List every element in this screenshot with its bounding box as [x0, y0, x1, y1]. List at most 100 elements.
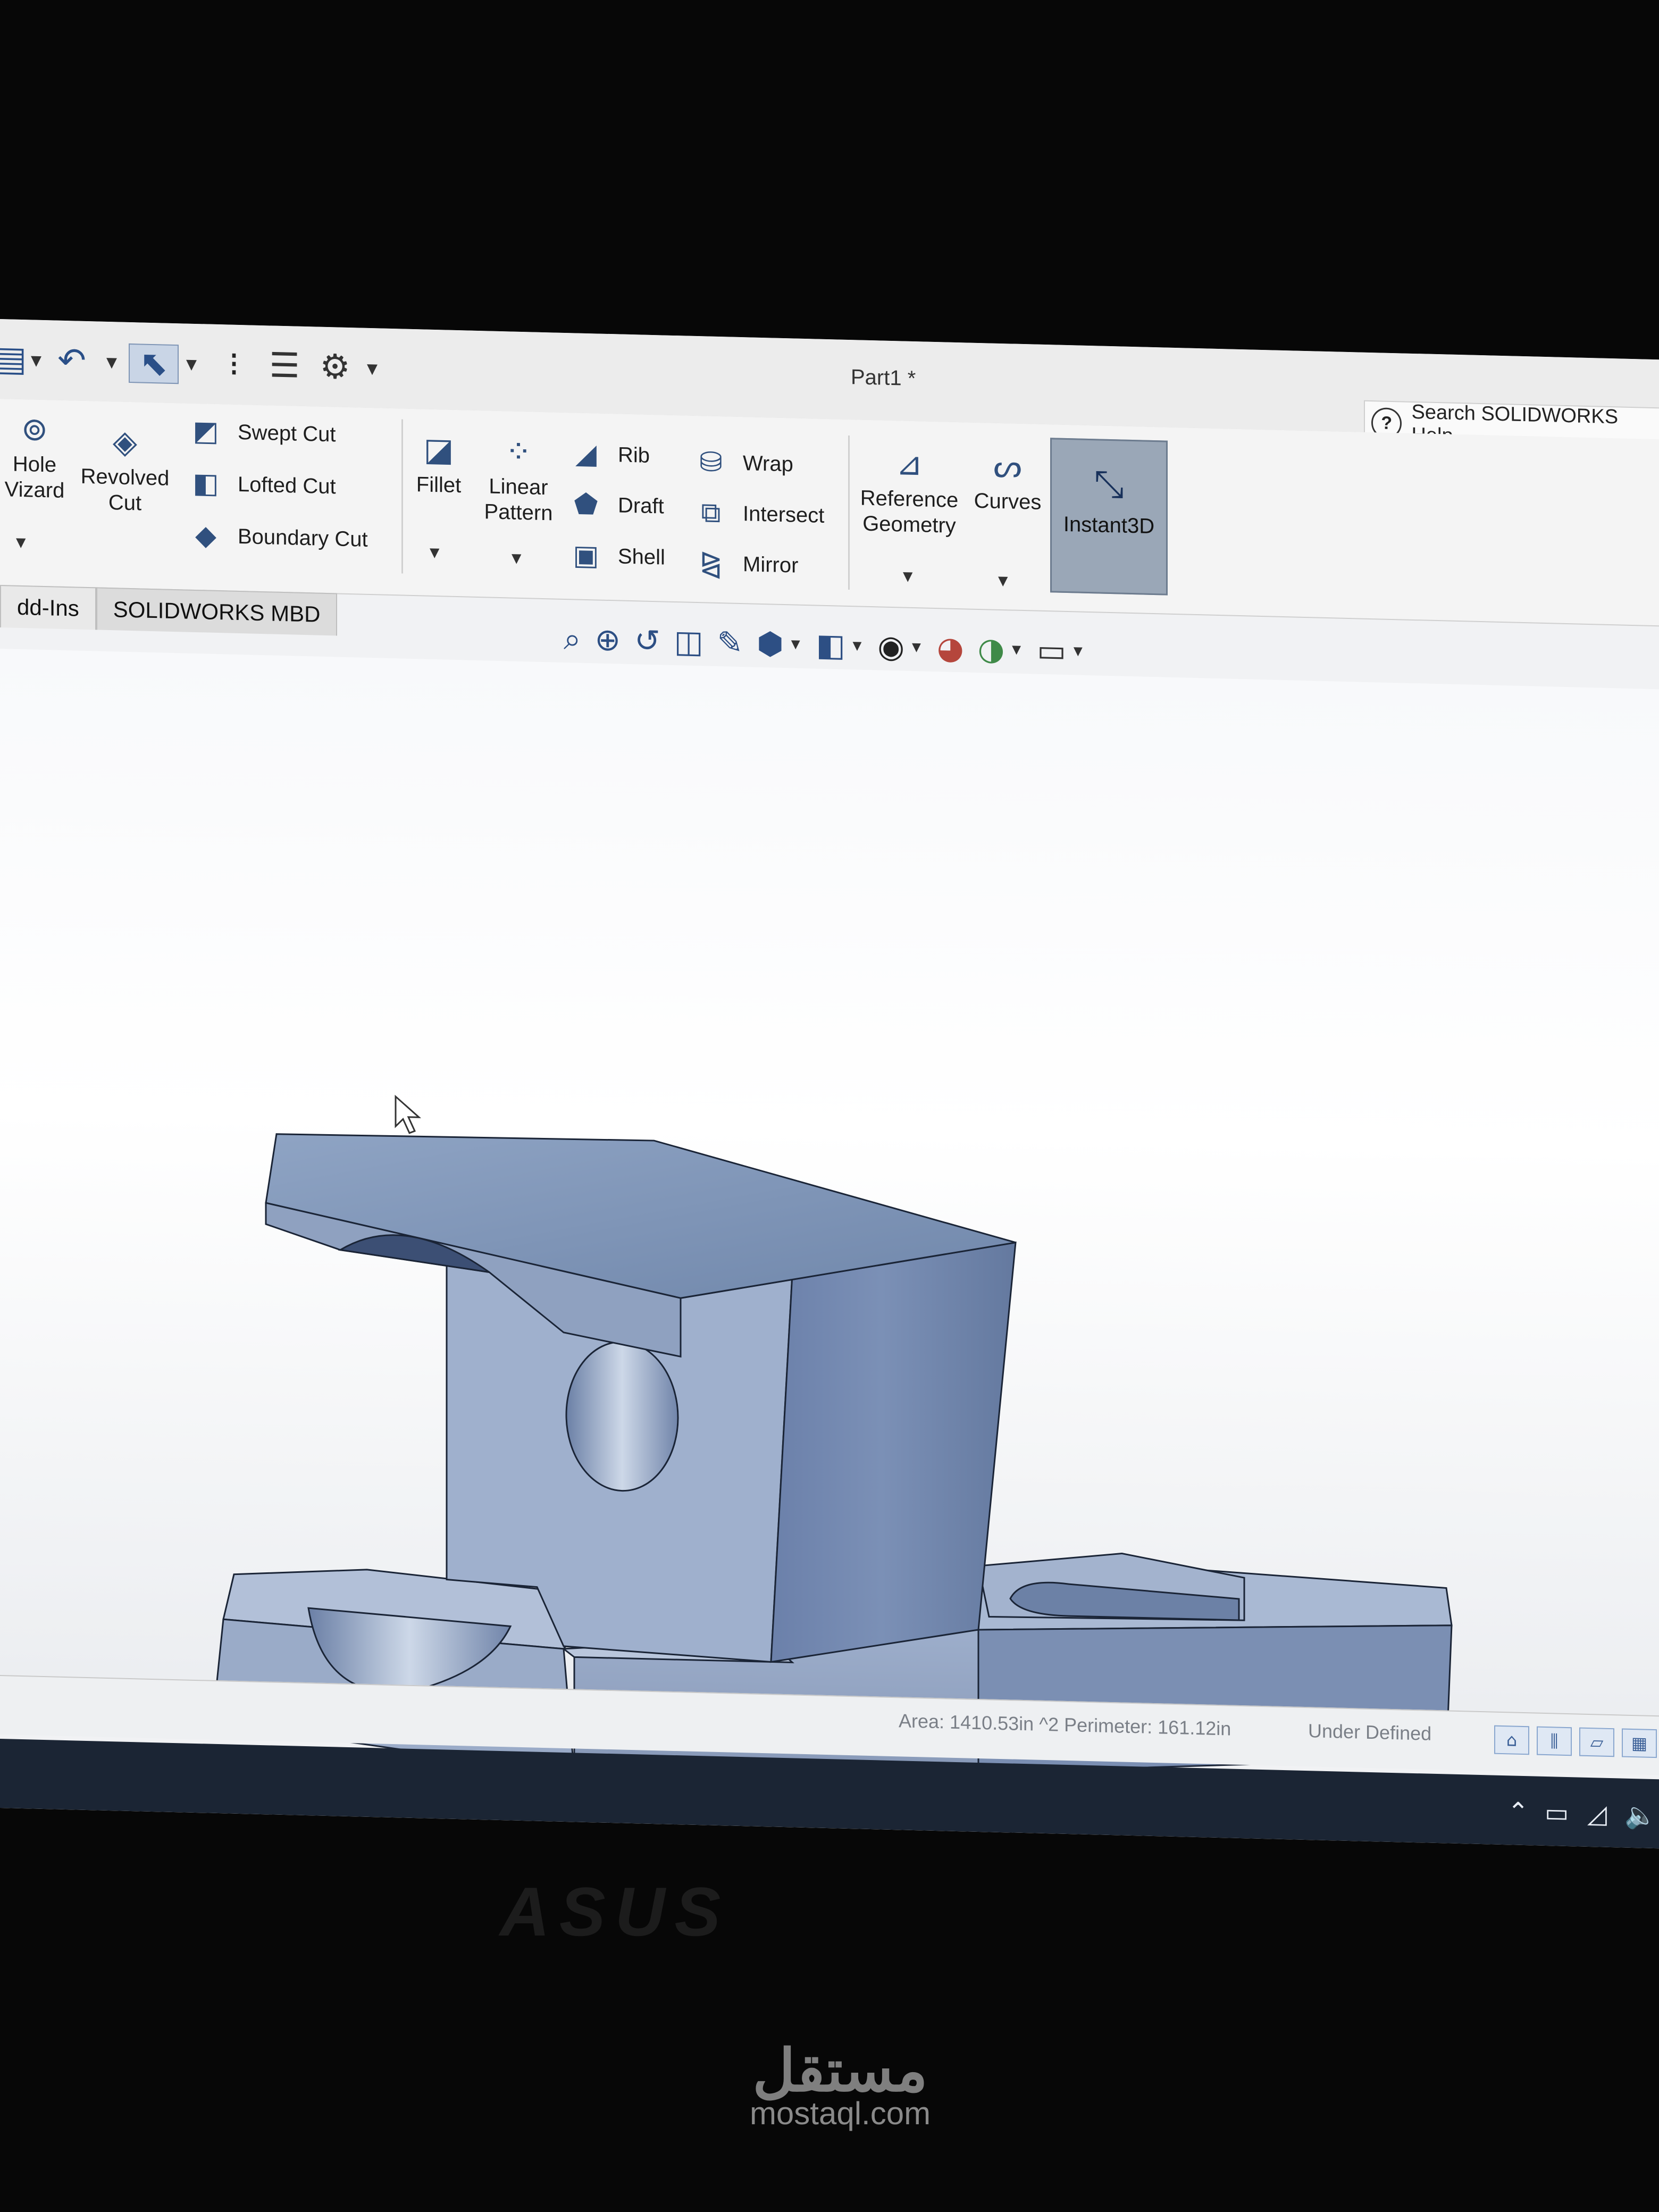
apply-scene-icon[interactable]: ◑ [978, 631, 1005, 667]
grid-icon[interactable]: ▦ [1622, 1728, 1657, 1758]
hide-show-items-icon[interactable]: ◉ [877, 628, 904, 665]
rib-label: Rib [618, 442, 650, 467]
options-gear-icon[interactable]: ⚙ [314, 347, 356, 387]
sketch-state: Under Defined [1308, 1720, 1432, 1745]
shell-icon: ▣ [573, 539, 599, 572]
chevron-down-icon[interactable]: ▼ [106, 355, 117, 371]
reference-geometry-label: Geometry [862, 512, 956, 538]
library-icon[interactable]: ⫼ [1537, 1726, 1572, 1756]
chevron-down-icon[interactable]: ▼ [903, 568, 912, 583]
chevron-down-icon[interactable]: ▼ [16, 535, 26, 550]
watermark-logo: مستقل [752, 2038, 928, 2104]
intersect-button[interactable]: ⧉ Intersect [694, 496, 824, 533]
hole-wizard-label: Vizard [4, 477, 65, 502]
chevron-down-icon[interactable]: ▼ [791, 638, 800, 651]
view-settings-monitor-icon[interactable]: ▭ [1037, 632, 1066, 669]
hole-wizard-icon: ⊚ [21, 410, 48, 449]
wrap-icon: ⛁ [699, 446, 723, 479]
measure-readout: Area: 1410.53in ^2 Perimeter: 161.12in [899, 1710, 1231, 1740]
wrap-button[interactable]: ⛁ Wrap [694, 445, 793, 482]
revolved-cut-button[interactable]: ◈ Revolved Cut [74, 422, 175, 517]
chevron-down-icon[interactable]: ▼ [1012, 643, 1021, 656]
reference-geometry-label: Reference [860, 486, 959, 513]
intersect-icon: ⧉ [701, 496, 721, 529]
chevron-down-icon[interactable]: ▼ [1074, 644, 1083, 658]
draft-icon: ⬟ [574, 488, 598, 521]
zoom-to-fit-icon[interactable]: ⌕ [564, 620, 581, 657]
curves-button[interactable]: ᔕ Curves [968, 446, 1048, 515]
chevron-down-icon[interactable]: ▼ [998, 573, 1008, 588]
swept-cut-button[interactable]: ◩ Swept Cut [189, 414, 336, 452]
rib-icon: ◢ [575, 438, 597, 471]
curves-label: Curves [974, 489, 1042, 514]
zoom-to-area-icon[interactable]: ⊕ [594, 621, 621, 658]
chevron-down-icon[interactable]: ▼ [430, 545, 439, 560]
print-icon[interactable]: ▤ [0, 339, 27, 379]
lofted-cut-icon: ◧ [192, 467, 219, 500]
fillet-label: Fillet [416, 473, 462, 498]
dynamic-annotation-icon[interactable]: ✎ [717, 624, 743, 661]
ribbon-separator [401, 419, 403, 574]
boundary-cut-icon: ◆ [195, 519, 216, 552]
traffic-light-icon[interactable]: ⁝ [215, 345, 253, 384]
draft-label: Draft [618, 493, 664, 518]
mirror-label: Mirror [743, 552, 799, 577]
chevron-down-icon[interactable]: ▼ [853, 639, 862, 652]
chevron-down-icon[interactable]: ▼ [912, 640, 921, 653]
rib-button[interactable]: ◢ Rib [569, 437, 650, 473]
chevron-down-icon[interactable]: ▼ [31, 353, 41, 368]
reference-geometry-icon: ⊿ [895, 445, 923, 483]
shell-label: Shell [618, 544, 665, 569]
graphics-area[interactable] [0, 649, 1659, 1841]
tab-solidworks-mbd[interactable]: SOLIDWORKS MBD [96, 587, 338, 636]
chevron-down-icon[interactable]: ▼ [512, 551, 521, 566]
linear-pattern-label: Linear [489, 474, 548, 500]
intersect-label: Intersect [743, 501, 825, 527]
window-title: Part1 * [851, 365, 916, 391]
folder-icon[interactable]: ▱ [1579, 1727, 1614, 1757]
chevron-up-icon[interactable]: ⌃ [1507, 1797, 1529, 1827]
boundary-cut-button[interactable]: ◆ Boundary Cut [189, 518, 368, 557]
monitor-brand-logo: ASUS [500, 1873, 731, 1950]
wrap-label: Wrap [743, 451, 793, 476]
ribbon-separator [848, 435, 850, 590]
view-orientation-icon[interactable]: ⬢ [757, 625, 784, 662]
chevron-down-icon[interactable]: ▼ [367, 361, 378, 377]
reference-geometry-button[interactable]: ⊿ Reference Geometry [853, 443, 965, 539]
file-properties-icon[interactable]: ☰ [263, 346, 306, 386]
lofted-cut-button[interactable]: ◧ Lofted Cut [189, 466, 336, 504]
draft-button[interactable]: ⬟ Draft [569, 487, 664, 523]
lofted-cut-label: Lofted Cut [238, 472, 336, 498]
linear-pattern-label: Pattern [484, 500, 553, 525]
section-view-icon[interactable]: ◫ [674, 623, 703, 660]
chevron-down-icon[interactable]: ▼ [186, 357, 197, 373]
home-icon[interactable]: ⌂ [1494, 1725, 1529, 1755]
previous-view-icon[interactable]: ↺ [634, 622, 660, 659]
volume-icon[interactable]: 🔈 [1624, 1800, 1656, 1831]
linear-pattern-icon: ⁘ [505, 433, 532, 471]
shell-button[interactable]: ▣ Shell [569, 538, 665, 574]
tab-add-ins[interactable]: dd-Ins [0, 585, 96, 630]
instant3d-label: Instant3D [1063, 512, 1155, 539]
select-arrow-icon[interactable]: ⬉ [129, 343, 179, 384]
monitor-screen: ▤ ▼ ↶ ▼ ⬉ ▼ ⁝ ☰ ⚙ ▼ Part1 * ? Search SOL… [0, 319, 1659, 1849]
curves-icon: ᔕ [993, 447, 1022, 485]
fillet-button[interactable]: ◪ Fillet [407, 430, 471, 499]
swept-cut-icon: ◩ [192, 415, 219, 448]
wifi-icon[interactable]: ◿ [1587, 1799, 1607, 1829]
display-style-icon[interactable]: ◧ [816, 627, 845, 664]
hole-wizard-button[interactable]: ⊚ Hole Vizard [0, 409, 69, 504]
instant3d-icon: ⤡ [1094, 462, 1124, 506]
linear-pattern-button[interactable]: ⁘ Linear Pattern [476, 432, 561, 526]
revolved-cut-label: Cut [108, 490, 142, 515]
command-manager-tabs: dd-Ins SOLIDWORKS MBD [0, 585, 338, 636]
revolved-cut-label: Revolved [80, 464, 170, 490]
instant3d-button[interactable]: ⤡ Instant3D [1050, 438, 1168, 596]
battery-icon[interactable]: ▭ [1545, 1798, 1569, 1828]
swept-cut-label: Swept Cut [238, 420, 336, 446]
undo-icon[interactable]: ↶ [51, 341, 93, 381]
mirror-button[interactable]: ⧎ Mirror [694, 546, 798, 583]
mouse-cursor-icon [395, 1094, 422, 1134]
edit-appearance-icon[interactable]: ◕ [937, 630, 964, 666]
hole-wizard-label: Hole [12, 452, 57, 477]
